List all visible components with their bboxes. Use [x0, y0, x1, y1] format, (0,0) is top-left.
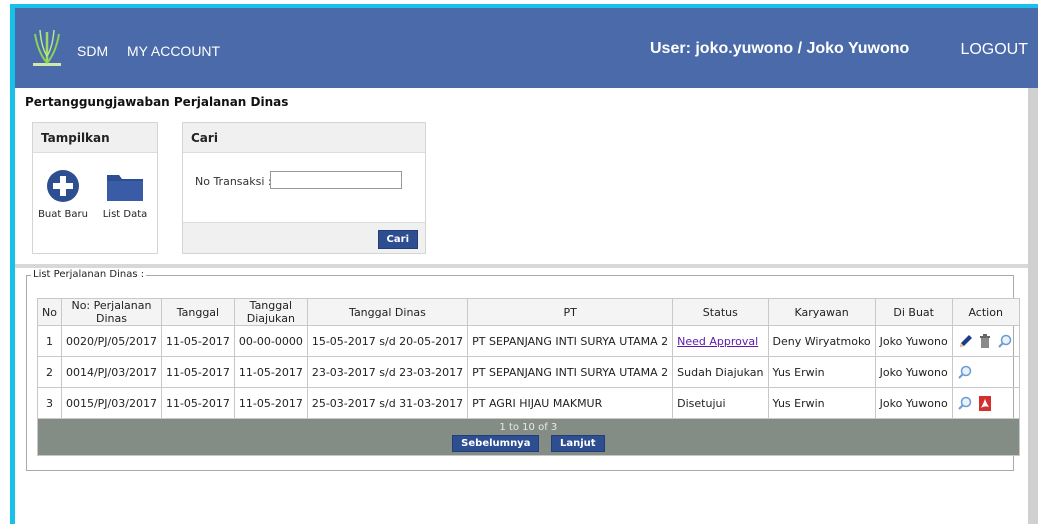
delete-trash-icon[interactable]: [979, 334, 991, 348]
employee: Yus Erwin: [767, 387, 876, 419]
table-footer-row: 1 to 10 of 3 Sebelumnya Lanjut: [37, 418, 1020, 456]
next-page-button[interactable]: Lanjut: [550, 435, 605, 452]
user-label: User: joko.yuwono / Joko Yuwono: [650, 40, 910, 57]
table-row: 1 0020/PJ/05/2017 11-05-2017 00-00-0000 …: [37, 325, 1020, 357]
column-header: Karyawan: [767, 298, 876, 326]
trip-list-legend: List Perjalanan Dinas :: [31, 269, 147, 280]
transaction-number-label: No Transaksi :: [195, 175, 272, 188]
status-cell: Sudah Diajukan: [672, 356, 769, 388]
search-panel-footer: Cari: [183, 222, 425, 253]
search-panel: Cari No Transaksi : Cari: [182, 122, 426, 254]
view-magnifier-icon[interactable]: [997, 334, 1012, 348]
trip-number: 0015/PJ/03/2017: [60, 387, 162, 419]
scrollbar[interactable]: [1028, 88, 1038, 524]
app-frame: SDM MY ACCOUNT User: joko.yuwono / Joko …: [0, 0, 1038, 524]
transaction-number-input[interactable]: [270, 171, 402, 189]
trip-dates: 15-05-2017 s/d 20-05-2017: [306, 325, 469, 357]
pager-text: 1 to 10 of 3: [499, 422, 558, 433]
navbar: SDM MY ACCOUNT User: joko.yuwono / Joko …: [15, 8, 1038, 88]
trip-dates: 25-03-2017 s/d 31-03-2017: [306, 387, 469, 419]
date: 11-05-2017: [160, 387, 235, 419]
status-cell: Disetujui: [672, 387, 769, 419]
submitted-date: 11-05-2017: [233, 387, 308, 419]
edit-pencil-icon[interactable]: [958, 334, 973, 349]
column-header: No: [37, 298, 62, 326]
page-title: Pertanggungjawaban Perjalanan Dinas: [25, 95, 289, 109]
created-by: Joko Yuwono: [874, 325, 953, 357]
search-button[interactable]: Cari: [377, 230, 418, 249]
date: 11-05-2017: [160, 325, 235, 357]
pdf-icon[interactable]: [978, 395, 992, 411]
view-magnifier-icon[interactable]: [957, 396, 972, 410]
nav-my-account-link[interactable]: MY ACCOUNT: [127, 43, 220, 59]
tampilkan-title: Tampilkan: [33, 123, 157, 153]
column-header: Status: [672, 298, 769, 326]
view-magnifier-icon[interactable]: [957, 365, 972, 379]
nav-sdm-link[interactable]: SDM: [77, 43, 108, 59]
column-header: PT: [467, 298, 674, 326]
date: 11-05-2017: [160, 356, 235, 388]
trip-dates: 23-03-2017 s/d 23-03-2017: [306, 356, 469, 388]
row-number: 3: [37, 387, 62, 419]
company: PT SEPANJANG INTI SURYA UTAMA 2: [467, 356, 674, 388]
created-by: Joko Yuwono: [874, 356, 953, 388]
row-number: 2: [37, 356, 62, 388]
folder-icon: [107, 175, 143, 201]
logout-link[interactable]: LOGOUT: [960, 41, 1028, 59]
new-button[interactable]: Buat Baru: [35, 169, 91, 220]
trip-number: 0020/PJ/05/2017: [60, 325, 162, 357]
section-divider: [15, 264, 1028, 268]
action-cell: [951, 387, 1020, 419]
employee: Deny Wiryatmoko: [767, 325, 876, 357]
created-by: Joko Yuwono: [874, 387, 953, 419]
previous-page-button[interactable]: Sebelumnya: [452, 435, 540, 452]
table-row: 3 0015/PJ/03/2017 11-05-2017 11-05-2017 …: [37, 387, 1020, 419]
leaf-logo-icon: [33, 29, 61, 66]
column-header: No: Perjalanan Dinas: [60, 298, 162, 326]
table-header-row: No No: Perjalanan Dinas Tanggal Tanggal …: [37, 298, 1020, 326]
search-title: Cari: [183, 123, 425, 153]
trip-table: No No: Perjalanan Dinas Tanggal Tanggal …: [37, 298, 1020, 456]
table-row: 2 0014/PJ/03/2017 11-05-2017 11-05-2017 …: [37, 356, 1020, 388]
trip-number: 0014/PJ/03/2017: [60, 356, 162, 388]
column-header: Tanggal Dinas: [306, 298, 469, 326]
column-header: Action: [951, 298, 1020, 326]
action-cell: [951, 325, 1020, 357]
row-number: 1: [37, 325, 62, 357]
pager: 1 to 10 of 3 Sebelumnya Lanjut: [37, 418, 1020, 456]
column-header: Tanggal Diajukan: [233, 298, 308, 326]
plus-circle-icon: [47, 170, 79, 202]
action-cell: [951, 356, 1020, 388]
list-data-button[interactable]: List Data: [97, 169, 153, 220]
company: PT AGRI HIJAU MAKMUR: [467, 387, 674, 419]
list-data-label: List Data: [102, 209, 148, 220]
employee: Yus Erwin: [767, 356, 876, 388]
new-label: Buat Baru: [38, 209, 88, 220]
column-header: Tanggal: [160, 298, 235, 326]
status-need-approval-link[interactable]: Need Approval: [677, 335, 758, 348]
trip-list-fieldset: List Perjalanan Dinas : No No: Perjalana…: [26, 269, 1020, 471]
column-header: Di Buat: [874, 298, 953, 326]
status-cell: Need Approval: [672, 325, 769, 357]
company: PT SEPANJANG INTI SURYA UTAMA 2: [467, 325, 674, 357]
submitted-date: 11-05-2017: [233, 356, 308, 388]
tampilkan-panel: Tampilkan Buat Baru List Data: [32, 122, 158, 254]
submitted-date: 00-00-0000: [233, 325, 308, 357]
